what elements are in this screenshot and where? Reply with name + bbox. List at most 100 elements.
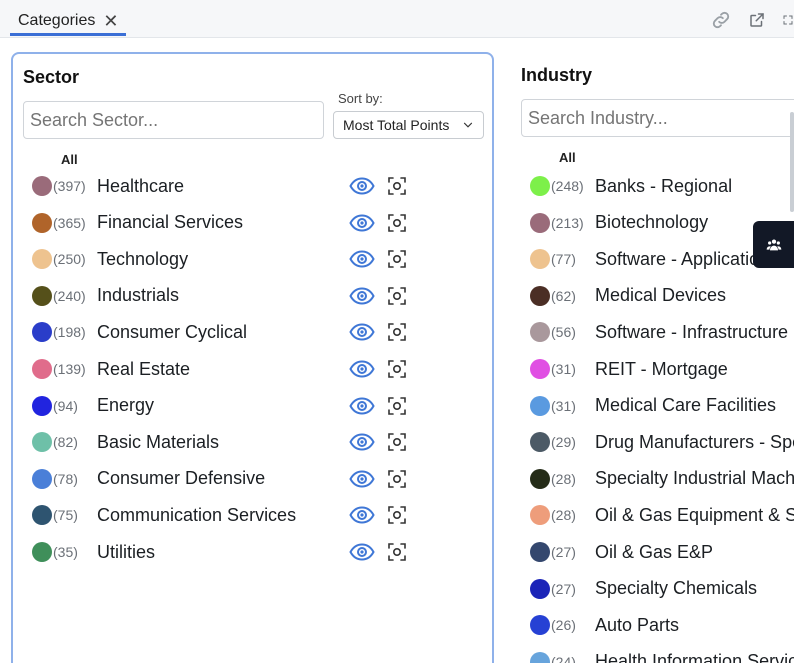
industry-list-item[interactable]: (213) Biotechnology bbox=[530, 208, 708, 238]
industry-list-item[interactable]: (27) Oil & Gas E&P bbox=[530, 537, 713, 567]
color-swatch[interactable] bbox=[32, 395, 52, 416]
item-count: (397) bbox=[53, 178, 86, 194]
color-swatch[interactable] bbox=[530, 285, 550, 306]
industry-list-item[interactable]: (28) Specialty Industrial Machinery bbox=[530, 464, 794, 494]
color-swatch[interactable] bbox=[32, 359, 52, 379]
color-swatch[interactable] bbox=[32, 505, 52, 526]
industry-list-item[interactable]: (29) Drug Manufacturers - Specialty & Gen… bbox=[530, 427, 794, 457]
sector-list-item[interactable]: (365) Financial Services bbox=[32, 208, 243, 238]
tab-close-icon[interactable]: ✕ bbox=[103, 12, 118, 30]
sector-title: Sector bbox=[23, 67, 80, 87]
eye-icon[interactable] bbox=[349, 286, 375, 306]
color-swatch[interactable] bbox=[530, 432, 550, 453]
eye-icon[interactable] bbox=[349, 322, 375, 342]
people-panel-button[interactable] bbox=[753, 221, 794, 268]
industry-list-item[interactable]: (31) Medical Care Facilities bbox=[530, 391, 776, 421]
scrollbar-thumb[interactable] bbox=[790, 112, 794, 212]
item-count: (27) bbox=[551, 544, 576, 560]
item-name: Drug Manufacturers - Specialty & Generic bbox=[595, 431, 794, 452]
expand-icon[interactable] bbox=[782, 9, 794, 31]
item-name: REIT - Mortgage bbox=[595, 358, 728, 379]
item-count: (62) bbox=[551, 287, 576, 304]
focus-icon[interactable] bbox=[387, 359, 407, 379]
link-icon[interactable] bbox=[710, 9, 732, 31]
focus-icon[interactable] bbox=[387, 213, 407, 233]
sector-list-item[interactable]: (250) Technology bbox=[32, 244, 188, 274]
industry-list-item[interactable]: (248) Banks - Regional bbox=[530, 171, 732, 201]
eye-icon[interactable] bbox=[349, 359, 375, 379]
color-swatch[interactable] bbox=[530, 542, 550, 562]
item-name: Biotechnology bbox=[595, 212, 709, 233]
eye-icon[interactable] bbox=[349, 396, 375, 416]
color-swatch[interactable] bbox=[32, 176, 52, 196]
industry-list-item[interactable]: (26) Auto Parts bbox=[530, 610, 679, 640]
focus-icon[interactable] bbox=[387, 396, 407, 416]
color-swatch[interactable] bbox=[530, 395, 550, 416]
color-swatch[interactable] bbox=[32, 322, 52, 343]
industry-title: Industry bbox=[521, 65, 593, 85]
sector-list-item[interactable]: (397) Healthcare bbox=[32, 171, 184, 201]
eye-icon[interactable] bbox=[349, 542, 375, 562]
focus-icon[interactable] bbox=[387, 286, 407, 306]
item-count: (365) bbox=[53, 214, 86, 231]
focus-icon[interactable] bbox=[387, 505, 407, 525]
industry-list-item[interactable]: (27) Specialty Chemicals bbox=[530, 574, 757, 604]
color-swatch[interactable] bbox=[32, 432, 52, 453]
color-swatch[interactable] bbox=[32, 285, 52, 306]
color-swatch[interactable] bbox=[530, 651, 550, 663]
focus-icon[interactable] bbox=[387, 322, 407, 342]
color-swatch[interactable] bbox=[530, 359, 550, 379]
industry-list-item[interactable]: (28) Oil & Gas Equipment & Services bbox=[530, 500, 794, 530]
color-swatch[interactable] bbox=[530, 578, 550, 599]
sector-list-item[interactable]: (139) Real Estate bbox=[32, 354, 190, 384]
color-swatch[interactable] bbox=[530, 505, 550, 526]
sector-list-item[interactable]: (94) Energy bbox=[32, 391, 154, 421]
sector-list-item[interactable]: (82) Basic Materials bbox=[32, 427, 219, 457]
sector-list-item[interactable]: (240) Industrials bbox=[32, 281, 179, 311]
color-swatch[interactable] bbox=[530, 176, 550, 196]
eye-icon[interactable] bbox=[349, 249, 375, 269]
item-count: (35) bbox=[53, 544, 78, 560]
eye-icon[interactable] bbox=[349, 505, 375, 525]
focus-icon[interactable] bbox=[387, 249, 407, 269]
focus-icon[interactable] bbox=[387, 176, 407, 196]
eye-icon[interactable] bbox=[349, 469, 375, 489]
external-link-icon[interactable] bbox=[746, 9, 768, 31]
focus-icon[interactable] bbox=[387, 542, 407, 562]
eye-icon[interactable] bbox=[349, 213, 375, 233]
industry-all-option[interactable]: All bbox=[559, 150, 576, 165]
sector-all-option[interactable]: All bbox=[61, 152, 78, 167]
color-swatch[interactable] bbox=[530, 322, 550, 343]
color-swatch[interactable] bbox=[32, 468, 52, 489]
color-swatch[interactable] bbox=[32, 542, 52, 562]
tab-categories[interactable]: Categories ✕ bbox=[10, 8, 127, 36]
color-swatch[interactable] bbox=[530, 212, 550, 233]
sector-search-input[interactable] bbox=[23, 101, 324, 139]
eye-icon[interactable] bbox=[349, 176, 375, 196]
item-name: Technology bbox=[97, 248, 189, 269]
sector-list-item[interactable]: (198) Consumer Cyclical bbox=[32, 317, 247, 347]
color-swatch[interactable] bbox=[32, 249, 52, 270]
color-swatch[interactable] bbox=[530, 615, 550, 636]
sort-by-select[interactable]: Most Total Points bbox=[333, 111, 484, 139]
eye-icon[interactable] bbox=[349, 432, 375, 452]
sector-list-item[interactable]: (35) Utilities bbox=[32, 537, 155, 567]
color-swatch[interactable] bbox=[32, 212, 52, 233]
item-name: Medical Care Facilities bbox=[595, 395, 777, 416]
industry-search-input[interactable] bbox=[521, 99, 794, 137]
sort-by-value: Most Total Points bbox=[343, 117, 450, 133]
color-swatch[interactable] bbox=[530, 468, 550, 489]
industry-list-item[interactable]: (56) Software - Infrastructure bbox=[530, 317, 788, 347]
industry-list-item[interactable]: (62) Medical Devices bbox=[530, 281, 726, 311]
focus-icon[interactable] bbox=[387, 469, 407, 489]
industry-list-item[interactable]: (77) Software - Application bbox=[530, 244, 769, 274]
sector-list-item[interactable]: (75) Communication Services bbox=[32, 500, 296, 530]
item-name: Specialty Industrial Machinery bbox=[595, 468, 794, 489]
item-name: Auto Parts bbox=[595, 614, 680, 635]
industry-list-item[interactable]: (31) REIT - Mortgage bbox=[530, 354, 728, 384]
item-count: (82) bbox=[53, 434, 78, 451]
focus-icon[interactable] bbox=[387, 432, 407, 452]
industry-list-item[interactable]: (24) Health Information Services bbox=[530, 647, 794, 663]
color-swatch[interactable] bbox=[530, 249, 550, 270]
sector-list-item[interactable]: (78) Consumer Defensive bbox=[32, 464, 265, 494]
